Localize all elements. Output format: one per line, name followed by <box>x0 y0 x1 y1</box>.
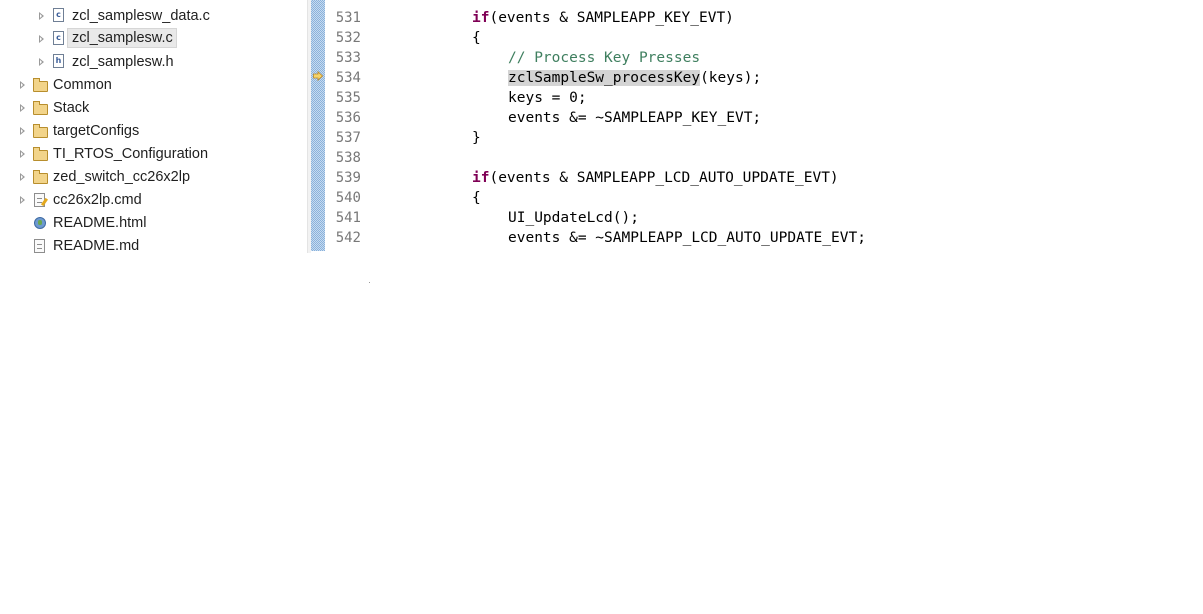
tree-item-label-selected: zcl_samplesw.c <box>67 28 177 48</box>
code-line: 539 if(events & SAMPLEAPP_LCD_AUTO_UPDAT… <box>325 168 1203 188</box>
line-number: 538 <box>335 150 361 166</box>
code-text: if(events & SAMPLEAPP_KEY_EVT) <box>472 8 734 28</box>
code-text: if(events & SAMPLEAPP_LCD_AUTO_UPDATE_EV… <box>472 168 839 188</box>
line-number: 530 <box>325 0 361 5</box>
code-line: 533 // Process Key Presses <box>325 48 1203 68</box>
code-comment: // Process Key Presses <box>508 48 700 68</box>
tree-item-label: zcl_samplesw_data.c <box>72 8 210 24</box>
line-number: 539 <box>335 170 361 186</box>
tree-item-label: README.html <box>53 215 147 231</box>
line-number: 542 <box>335 230 361 246</box>
folder-icon <box>33 147 48 161</box>
occurrence-highlight: zclSampleSw_processKey <box>508 70 701 86</box>
code-text: keys = 0; <box>508 90 587 106</box>
tree-item-targetconfigs[interactable]: targetConfigs <box>16 121 305 141</box>
code-line: 540 { <box>325 188 1203 208</box>
code-fragment: (events & SAMPLEAPP_LCD_AUTO_UPDATE_EVT) <box>489 170 839 186</box>
comment-text: // Process Key Presses <box>508 50 701 66</box>
code-text: events &= ~SAMPLEAPP_KEY_EVT; <box>508 110 762 126</box>
folder-icon <box>33 101 48 115</box>
expand-arrow-icon[interactable] <box>20 150 25 158</box>
expand-arrow-icon[interactable] <box>20 173 25 181</box>
tree-item-label: zcl_samplesw.h <box>72 54 174 70</box>
code-line: 542 events &= ~SAMPLEAPP_LCD_AUTO_UPDATE… <box>325 228 1203 248</box>
tree-item-readme-html[interactable]: README.html <box>16 213 305 233</box>
tree-item-label: Stack <box>53 100 90 116</box>
expand-arrow-icon[interactable] <box>39 35 44 43</box>
code-text: zclSampleSw_processKey(keys); <box>508 68 761 88</box>
expand-arrow-icon[interactable] <box>20 127 25 135</box>
code-text: { <box>472 190 481 206</box>
tree-item-cc26x2lp-cmd[interactable]: cc26x2lp.cmd <box>16 190 305 210</box>
tree-item-label: cc26x2lp.cmd <box>53 192 142 208</box>
editor-annotation-ruler[interactable] <box>311 0 325 251</box>
expand-arrow-icon[interactable] <box>39 58 44 66</box>
tree-item-zcl-samplesw-c[interactable]: c zcl_samplesw.c <box>35 28 305 49</box>
line-number: 540 <box>335 190 361 206</box>
expand-arrow-icon[interactable] <box>20 81 25 89</box>
tree-item-label: README.md <box>53 238 140 253</box>
expand-arrow-icon[interactable] <box>20 196 25 204</box>
code-line: 537 } <box>325 128 1203 148</box>
line-number: 533 <box>335 50 361 66</box>
c-file-icon: c <box>53 31 64 45</box>
tree-item-readme-md[interactable]: README.md <box>16 236 305 253</box>
folder-icon <box>33 170 48 184</box>
code-line: 541 UI_UpdateLcd(); <box>325 208 1203 228</box>
code-line: 531 if(events & SAMPLEAPP_KEY_EVT) <box>325 8 1203 28</box>
line-number: 536 <box>335 110 361 126</box>
ide-window: c zcl_samplesw_data.c c zcl_samplesw.c h… <box>0 0 1203 614</box>
tree-item-ti-rtos-configuration[interactable]: TI_RTOS_Configuration <box>16 144 305 164</box>
code-fragment: (events & SAMPLEAPP_KEY_EVT) <box>489 10 734 26</box>
tree-item-stack[interactable]: Stack <box>16 98 305 118</box>
tree-item-label: TI_RTOS_Configuration <box>53 146 209 162</box>
debug-instruction-pointer-icon <box>313 71 323 81</box>
code-text: } <box>472 130 481 146</box>
line-number: 535 <box>335 90 361 106</box>
line-number: 541 <box>335 210 361 226</box>
code-text: events &= ~SAMPLEAPP_LCD_AUTO_UPDATE_EVT… <box>508 230 866 246</box>
code-text: { <box>472 30 481 46</box>
tree-item-zcl-samplesw-h[interactable]: h zcl_samplesw.h <box>35 52 305 72</box>
code-line: 530 <box>325 0 1203 5</box>
line-number: 531 <box>335 10 361 26</box>
project-explorer: c zcl_samplesw_data.c c zcl_samplesw.c h… <box>0 0 307 253</box>
code-keyword: if <box>472 170 490 186</box>
tree-item-zed-switch-cc26x2lp[interactable]: zed_switch_cc26x2lp <box>16 167 305 187</box>
stray-pixel <box>369 282 370 283</box>
line-number: 537 <box>335 130 361 146</box>
line-number: 534 <box>335 70 361 86</box>
tree-item-common[interactable]: Common <box>16 75 305 95</box>
expand-arrow-icon[interactable] <box>20 104 25 112</box>
tree-item-label: targetConfigs <box>53 123 140 139</box>
folder-icon <box>33 124 48 138</box>
html-file-icon <box>34 217 46 229</box>
c-file-icon: c <box>53 8 64 22</box>
code-line: 534 zclSampleSw_processKey(keys); <box>325 68 1203 88</box>
h-file-icon: h <box>53 54 64 68</box>
code-fragment: (keys); <box>700 70 762 86</box>
tree-item-zcl-samplesw-data-c[interactable]: c zcl_samplesw_data.c <box>35 6 305 26</box>
tree-item-label: Common <box>53 77 112 93</box>
line-number: 532 <box>335 30 361 46</box>
tree-item-label: zed_switch_cc26x2lp <box>53 169 191 185</box>
code-line: 536 events &= ~SAMPLEAPP_KEY_EVT; <box>325 108 1203 128</box>
code-keyword: if <box>472 10 490 26</box>
code-line-current: 538 <box>325 148 1203 168</box>
code-text: UI_UpdateLcd(); <box>508 210 639 226</box>
code-line: 535 keys = 0; <box>325 88 1203 108</box>
code-line: 532 { <box>325 28 1203 48</box>
folder-icon <box>33 78 48 92</box>
code-editor[interactable]: 530 531 if(events & SAMPLEAPP_KEY_EVT) 5… <box>325 0 1203 253</box>
expand-arrow-icon[interactable] <box>39 12 44 20</box>
text-file-icon <box>34 239 45 253</box>
